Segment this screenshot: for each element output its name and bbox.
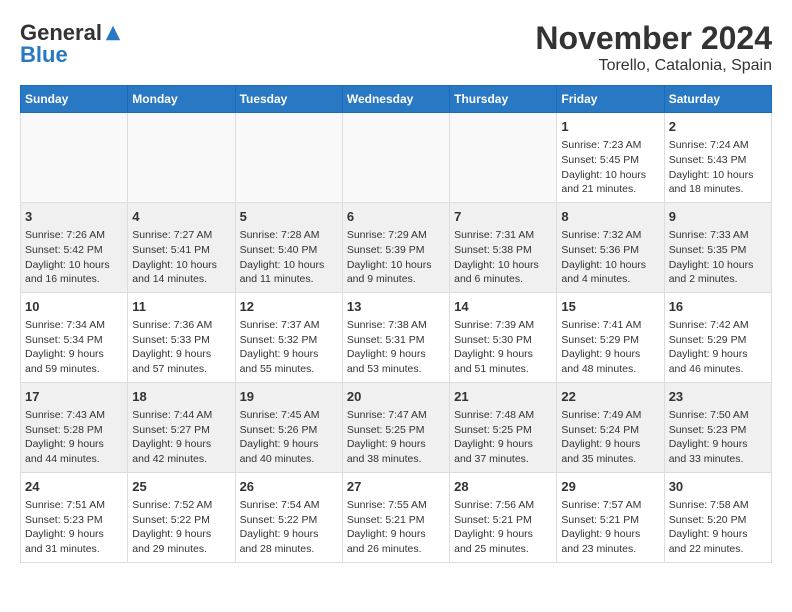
calendar-cell: 9Sunrise: 7:33 AMSunset: 5:35 PMDaylight… (664, 202, 771, 292)
calendar-cell: 7Sunrise: 7:31 AMSunset: 5:38 PMDaylight… (450, 202, 557, 292)
calendar-cell: 11Sunrise: 7:36 AMSunset: 5:33 PMDayligh… (128, 292, 235, 382)
day-number: 23 (669, 388, 767, 406)
calendar-cell: 4Sunrise: 7:27 AMSunset: 5:41 PMDaylight… (128, 202, 235, 292)
header-day: Friday (557, 86, 664, 113)
logo-icon (104, 24, 122, 42)
calendar-cell: 19Sunrise: 7:45 AMSunset: 5:26 PMDayligh… (235, 382, 342, 472)
calendar-cell: 14Sunrise: 7:39 AMSunset: 5:30 PMDayligh… (450, 292, 557, 382)
calendar-cell: 15Sunrise: 7:41 AMSunset: 5:29 PMDayligh… (557, 292, 664, 382)
header-day: Thursday (450, 86, 557, 113)
day-number: 16 (669, 298, 767, 316)
day-number: 6 (347, 208, 445, 226)
day-number: 14 (454, 298, 552, 316)
calendar-cell: 23Sunrise: 7:50 AMSunset: 5:23 PMDayligh… (664, 382, 771, 472)
header-day: Sunday (21, 86, 128, 113)
day-number: 22 (561, 388, 659, 406)
day-number: 2 (669, 118, 767, 136)
day-number: 12 (240, 298, 338, 316)
calendar-subtitle: Torello, Catalonia, Spain (535, 57, 772, 75)
page-header: General Blue November 2024 Torello, Cata… (20, 20, 772, 75)
header-day: Wednesday (342, 86, 449, 113)
calendar-cell: 25Sunrise: 7:52 AMSunset: 5:22 PMDayligh… (128, 472, 235, 562)
day-number: 5 (240, 208, 338, 226)
calendar-cell: 28Sunrise: 7:56 AMSunset: 5:21 PMDayligh… (450, 472, 557, 562)
day-number: 15 (561, 298, 659, 316)
day-number: 18 (132, 388, 230, 406)
calendar-cell (342, 113, 449, 203)
calendar-cell: 5Sunrise: 7:28 AMSunset: 5:40 PMDaylight… (235, 202, 342, 292)
calendar-cell: 21Sunrise: 7:48 AMSunset: 5:25 PMDayligh… (450, 382, 557, 472)
day-number: 28 (454, 478, 552, 496)
calendar-cell: 12Sunrise: 7:37 AMSunset: 5:32 PMDayligh… (235, 292, 342, 382)
day-number: 7 (454, 208, 552, 226)
title-area: November 2024 Torello, Catalonia, Spain (535, 20, 772, 75)
logo-blue-text: Blue (20, 42, 68, 68)
calendar-cell: 13Sunrise: 7:38 AMSunset: 5:31 PMDayligh… (342, 292, 449, 382)
calendar-cell (128, 113, 235, 203)
day-number: 4 (132, 208, 230, 226)
calendar-cell: 20Sunrise: 7:47 AMSunset: 5:25 PMDayligh… (342, 382, 449, 472)
calendar-cell: 8Sunrise: 7:32 AMSunset: 5:36 PMDaylight… (557, 202, 664, 292)
day-number: 27 (347, 478, 445, 496)
calendar-cell: 18Sunrise: 7:44 AMSunset: 5:27 PMDayligh… (128, 382, 235, 472)
calendar-cell: 30Sunrise: 7:58 AMSunset: 5:20 PMDayligh… (664, 472, 771, 562)
calendar-cell (450, 113, 557, 203)
day-number: 26 (240, 478, 338, 496)
day-number: 19 (240, 388, 338, 406)
header-row: SundayMondayTuesdayWednesdayThursdayFrid… (21, 86, 772, 113)
calendar-cell: 24Sunrise: 7:51 AMSunset: 5:23 PMDayligh… (21, 472, 128, 562)
day-number: 20 (347, 388, 445, 406)
day-number: 25 (132, 478, 230, 496)
calendar-table: SundayMondayTuesdayWednesdayThursdayFrid… (20, 85, 772, 563)
calendar-cell: 2Sunrise: 7:24 AMSunset: 5:43 PMDaylight… (664, 113, 771, 203)
calendar-cell: 16Sunrise: 7:42 AMSunset: 5:29 PMDayligh… (664, 292, 771, 382)
day-number: 11 (132, 298, 230, 316)
calendar-cell: 1Sunrise: 7:23 AMSunset: 5:45 PMDaylight… (557, 113, 664, 203)
day-number: 29 (561, 478, 659, 496)
day-number: 3 (25, 208, 123, 226)
calendar-week-row: 17Sunrise: 7:43 AMSunset: 5:28 PMDayligh… (21, 382, 772, 472)
calendar-cell: 10Sunrise: 7:34 AMSunset: 5:34 PMDayligh… (21, 292, 128, 382)
day-number: 21 (454, 388, 552, 406)
calendar-week-row: 3Sunrise: 7:26 AMSunset: 5:42 PMDaylight… (21, 202, 772, 292)
calendar-cell: 26Sunrise: 7:54 AMSunset: 5:22 PMDayligh… (235, 472, 342, 562)
calendar-week-row: 10Sunrise: 7:34 AMSunset: 5:34 PMDayligh… (21, 292, 772, 382)
calendar-cell: 3Sunrise: 7:26 AMSunset: 5:42 PMDaylight… (21, 202, 128, 292)
header-day: Monday (128, 86, 235, 113)
calendar-cell (21, 113, 128, 203)
calendar-cell: 29Sunrise: 7:57 AMSunset: 5:21 PMDayligh… (557, 472, 664, 562)
calendar-cell: 17Sunrise: 7:43 AMSunset: 5:28 PMDayligh… (21, 382, 128, 472)
calendar-title: November 2024 (535, 20, 772, 57)
day-number: 17 (25, 388, 123, 406)
header-day: Saturday (664, 86, 771, 113)
calendar-cell: 6Sunrise: 7:29 AMSunset: 5:39 PMDaylight… (342, 202, 449, 292)
calendar-cell: 22Sunrise: 7:49 AMSunset: 5:24 PMDayligh… (557, 382, 664, 472)
day-number: 30 (669, 478, 767, 496)
day-number: 9 (669, 208, 767, 226)
header-day: Tuesday (235, 86, 342, 113)
day-number: 8 (561, 208, 659, 226)
calendar-week-row: 24Sunrise: 7:51 AMSunset: 5:23 PMDayligh… (21, 472, 772, 562)
day-number: 10 (25, 298, 123, 316)
calendar-cell: 27Sunrise: 7:55 AMSunset: 5:21 PMDayligh… (342, 472, 449, 562)
day-number: 1 (561, 118, 659, 136)
day-number: 24 (25, 478, 123, 496)
day-number: 13 (347, 298, 445, 316)
calendar-cell (235, 113, 342, 203)
calendar-week-row: 1Sunrise: 7:23 AMSunset: 5:45 PMDaylight… (21, 113, 772, 203)
logo: General Blue (20, 20, 122, 68)
